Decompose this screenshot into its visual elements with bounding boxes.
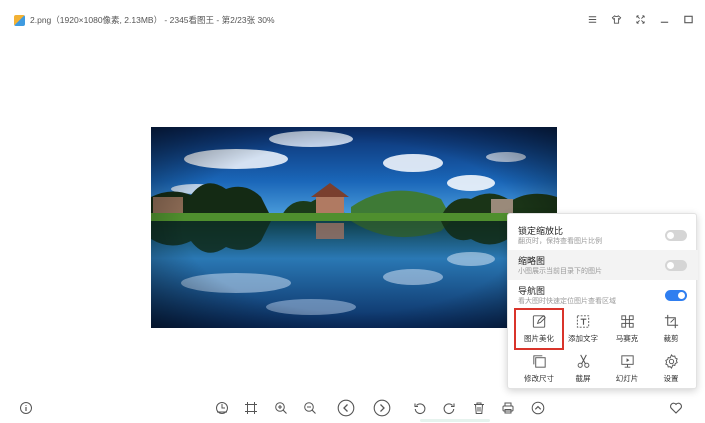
more-icon[interactable] bbox=[528, 398, 548, 418]
app-logo-icon bbox=[14, 15, 25, 26]
tool-image-beautify[interactable]: 图片美化 bbox=[514, 308, 564, 350]
fit-window-icon[interactable] bbox=[241, 398, 261, 418]
navigator-toggle[interactable] bbox=[665, 290, 687, 301]
option-title: 导航图 bbox=[518, 286, 546, 296]
crop-icon bbox=[664, 314, 678, 329]
rotate-right-icon[interactable] bbox=[439, 398, 459, 418]
option-description: 小图展示当前目录下的图片 bbox=[518, 268, 602, 275]
tool-label: 设置 bbox=[663, 374, 679, 383]
tool-label: 添加文字 bbox=[568, 334, 598, 343]
menu-icon[interactable] bbox=[585, 12, 599, 26]
settings-icon bbox=[664, 354, 678, 369]
next-icon[interactable] bbox=[372, 398, 392, 418]
favorite-icon[interactable] bbox=[666, 398, 686, 418]
info-icon[interactable] bbox=[16, 398, 36, 418]
scissors-icon bbox=[577, 354, 589, 368]
tool-add-text[interactable]: 添加文字 bbox=[560, 310, 606, 348]
thumbnail-toggle[interactable] bbox=[665, 260, 687, 271]
displayed-image[interactable] bbox=[151, 127, 557, 328]
print-icon[interactable] bbox=[498, 398, 518, 418]
tool-label: 图片美化 bbox=[524, 334, 554, 343]
minimize-icon[interactable] bbox=[657, 12, 671, 26]
tool-resize[interactable]: 修改尺寸 bbox=[516, 350, 562, 388]
status-strip bbox=[420, 419, 490, 422]
tool-mosaic[interactable]: 马赛克 bbox=[604, 310, 650, 348]
title-bar: 2.png（1920×1080像素, 2.13MB） - 2345看图王 - 第… bbox=[0, 0, 705, 40]
zoom-in-icon[interactable] bbox=[271, 398, 291, 418]
maximize-icon[interactable] bbox=[681, 12, 695, 26]
delete-icon[interactable] bbox=[469, 398, 489, 418]
original-size-icon[interactable] bbox=[212, 398, 232, 418]
tool-screenshot[interactable]: 截屏 bbox=[560, 350, 606, 388]
tool-label: 裁剪 bbox=[663, 334, 679, 343]
option-description: 看大图时快速定位图片查看区域 bbox=[518, 298, 616, 305]
option-navigator[interactable]: 导航图 看大图时快速定位图片查看区域 bbox=[508, 280, 698, 310]
option-title: 缩略图 bbox=[518, 256, 546, 266]
tool-label: 马赛克 bbox=[615, 334, 639, 343]
rotate-left-icon[interactable] bbox=[410, 398, 430, 418]
zoom-out-icon[interactable] bbox=[300, 398, 320, 418]
image-viewer-window: 2.png（1920×1080像素, 2.13MB） - 2345看图王 - 第… bbox=[0, 0, 705, 423]
option-thumbnail[interactable]: 缩略图 小图展示当前目录下的图片 bbox=[508, 250, 698, 280]
lock-zoom-toggle[interactable] bbox=[665, 230, 687, 241]
tool-settings[interactable]: 设置 bbox=[648, 350, 694, 388]
tool-crop[interactable]: 裁剪 bbox=[648, 310, 694, 348]
more-options-popup: 锁定缩放比 翻页时，保持查看图片比例 缩略图 小图展示当前目录下的图片 导航图 … bbox=[507, 213, 698, 389]
option-description: 翻页时，保持查看图片比例 bbox=[518, 238, 602, 245]
tool-label: 截屏 bbox=[575, 374, 591, 383]
option-lock-zoom[interactable]: 锁定缩放比 翻页时，保持查看图片比例 bbox=[508, 220, 698, 250]
tool-label: 幻灯片 bbox=[615, 374, 639, 383]
fullscreen-icon[interactable] bbox=[633, 12, 647, 26]
skin-icon[interactable] bbox=[609, 12, 623, 26]
window-controls bbox=[585, 12, 695, 26]
tool-slideshow[interactable]: 幻灯片 bbox=[604, 350, 650, 388]
window-title: 2.png（1920×1080像素, 2.13MB） - 2345看图王 - 第… bbox=[30, 15, 275, 25]
resize-icon bbox=[532, 355, 546, 368]
previous-icon[interactable] bbox=[336, 398, 356, 418]
mosaic-icon bbox=[620, 315, 634, 328]
slideshow-icon bbox=[620, 355, 634, 368]
bottom-toolbar bbox=[0, 393, 705, 423]
add-text-icon bbox=[576, 315, 589, 328]
option-title: 锁定缩放比 bbox=[518, 226, 564, 236]
edit-icon bbox=[532, 315, 546, 328]
tool-label: 修改尺寸 bbox=[524, 374, 554, 383]
